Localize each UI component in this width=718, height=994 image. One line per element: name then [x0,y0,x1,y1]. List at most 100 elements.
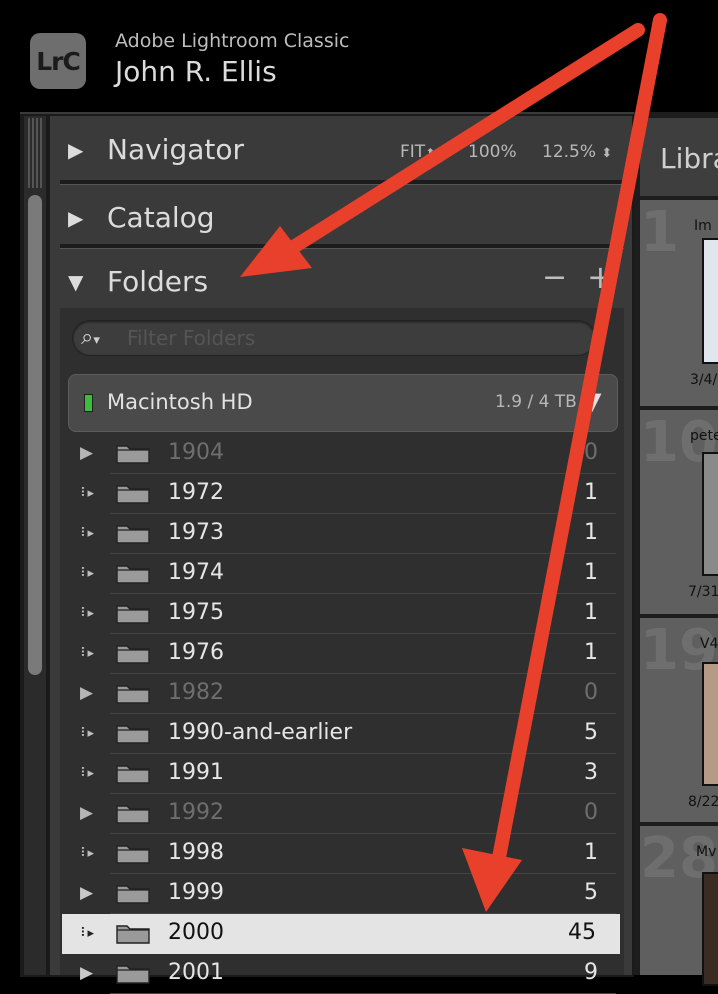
folder-name: 2001 [168,960,224,985]
folder-name: 1976 [168,640,224,665]
folder-photo-count: 5 [584,880,598,905]
folder-row[interactable]: ⠇▸ 1998 1 [62,834,622,874]
folder-name: 1975 [168,600,224,625]
grid-cell[interactable]: 28 Mv [640,826,718,986]
grid-cell[interactable]: 19 V4 8/22 [640,618,718,822]
cell-date: 3/4/ [690,372,718,388]
folder-row[interactable]: ▶ 1982 0 [62,674,622,714]
folder-row[interactable]: ▶ 1992 0 [62,794,622,834]
volume-header-macintosh-hd[interactable]: Macintosh HD 1.9 / 4 TB ▼ [68,374,618,432]
identity-plate-user: John R. Ellis [115,55,277,88]
title-bar: LrC Adobe Lightroom Classic John R. Elli… [0,0,718,112]
cell-caption: Mv [696,844,717,860]
folder-name: 2000 [168,920,224,945]
panel-scrollbar-thumb[interactable] [28,195,42,675]
folder-disclosure-icon[interactable]: ⠇▸ [80,566,94,581]
folder-row[interactable]: ⠇▸ 1975 1 [62,594,622,634]
expanded-triangle-icon[interactable]: ▼ [68,270,83,294]
folder-disclosure-icon[interactable]: ▶ [80,683,93,703]
folder-row[interactable]: ⠇▸ 2000 45 [62,914,620,954]
photo-thumbnail[interactable] [702,662,718,786]
folder-disclosure-icon[interactable]: ⠇▸ [80,766,94,781]
folder-photo-count: 1 [584,840,598,865]
collapsed-triangle-icon[interactable]: ▶ [68,138,83,162]
folder-icon [116,922,150,944]
folder-photo-count: 3 [584,760,598,785]
folder-disclosure-icon[interactable]: ⠇▸ [80,646,94,661]
folder-disclosure-icon[interactable]: ▶ [80,443,93,463]
volume-disclosure-icon[interactable]: ▼ [583,387,601,415]
photo-thumbnail[interactable] [702,452,718,576]
catalog-header[interactable]: ▶ Catalog [50,186,632,250]
folder-row[interactable]: ⠇▸ 1976 1 [62,634,622,674]
folder-photo-count: 45 [568,920,596,945]
photo-thumbnail[interactable] [702,872,718,986]
cell-caption: Im [694,218,712,234]
folder-row[interactable]: ⠇▸ 1972 1 [62,474,622,514]
photo-thumbnail[interactable] [702,238,718,364]
remove-folder-button[interactable]: − [542,260,567,295]
folder-icon [116,882,150,904]
folder-icon [116,762,150,784]
folder-disclosure-icon[interactable]: ⠇▸ [80,846,94,861]
volume-status-led [84,394,93,412]
folder-disclosure-icon[interactable]: ⠇▸ [80,486,94,501]
catalog-title: Catalog [107,201,215,234]
add-folder-button[interactable]: + [587,258,614,296]
cell-date: 7/31/ [688,584,718,600]
folder-disclosure-icon[interactable]: ▶ [80,883,93,903]
folder-photo-count: 0 [584,800,598,825]
volume-name: Macintosh HD [107,390,253,414]
folder-row[interactable]: ⠇▸ 1974 1 [62,554,622,594]
folder-name: 1972 [168,480,224,505]
folder-disclosure-icon[interactable]: ⠇▸ [80,526,94,541]
zoom-100-option[interactable]: 100% [468,142,517,162]
folders-title: Folders [107,265,209,298]
folder-row[interactable]: ⠇▸ 1990-and-earlier 5 [62,714,622,754]
folder-name: 1992 [168,800,224,825]
folder-icon [116,522,150,544]
grid-cell[interactable]: 1 Im 3/4/ [640,200,718,406]
cell-caption: pete [690,428,718,444]
folders-header[interactable]: ▼ Folders − + [50,250,632,314]
folder-name: 1990-and-earlier [168,720,353,745]
zoom-fit-option[interactable]: FIT⬍ [400,142,435,162]
left-panel: ▶ Navigator FIT⬍ 100% 12.5% ⬍ ▶ Catalog … [50,116,632,994]
folder-icon [116,482,150,504]
filter-folders-box[interactable]: ⌕▾ [72,320,596,356]
folder-disclosure-icon[interactable]: ⠇▸ [80,726,94,741]
folder-name: 1998 [168,840,224,865]
folder-photo-count: 0 [584,680,598,705]
folder-photo-count: 1 [584,520,598,545]
folder-name: 1973 [168,520,224,545]
folder-row[interactable]: ▶ 1904 0 [62,434,622,474]
folder-icon [116,442,150,464]
folder-row[interactable]: ⠇▸ 1973 1 [62,514,622,554]
folder-icon [116,842,150,864]
folder-photo-count: 1 [584,560,598,585]
folder-disclosure-icon[interactable]: ⠇▸ [80,606,94,621]
library-module-tab[interactable]: Libra [640,118,718,196]
section-divider [60,180,624,185]
folder-row[interactable]: ⠇▸ 1991 3 [62,754,622,794]
panel-resize-grip[interactable] [28,118,42,188]
zoom-custom-option[interactable]: 12.5% ⬍ [542,142,612,162]
search-icon[interactable]: ⌕▾ [81,325,100,350]
collapsed-triangle-icon[interactable]: ▶ [68,206,83,230]
folder-row[interactable]: ▶ 2001 9 [62,954,622,994]
folder-icon [116,682,150,704]
navigator-title: Navigator [107,133,245,166]
grid-cell[interactable]: 10 pete 7/31/ [640,410,718,614]
folder-disclosure-icon[interactable]: ▶ [80,803,93,823]
folder-disclosure-icon[interactable]: ⠇▸ [80,926,94,941]
navigator-header[interactable]: ▶ Navigator FIT⬍ 100% 12.5% ⬍ [50,118,632,182]
filter-folders-input[interactable] [125,324,579,352]
folder-disclosure-icon[interactable]: ▶ [80,963,93,983]
folder-icon [116,602,150,624]
folder-icon [116,642,150,664]
folder-row[interactable]: ▶ 1999 5 [62,874,622,914]
folder-photo-count: 1 [584,640,598,665]
cell-index: 1 [640,200,679,265]
folder-icon [116,962,150,984]
lrc-logo: LrC [30,33,86,89]
